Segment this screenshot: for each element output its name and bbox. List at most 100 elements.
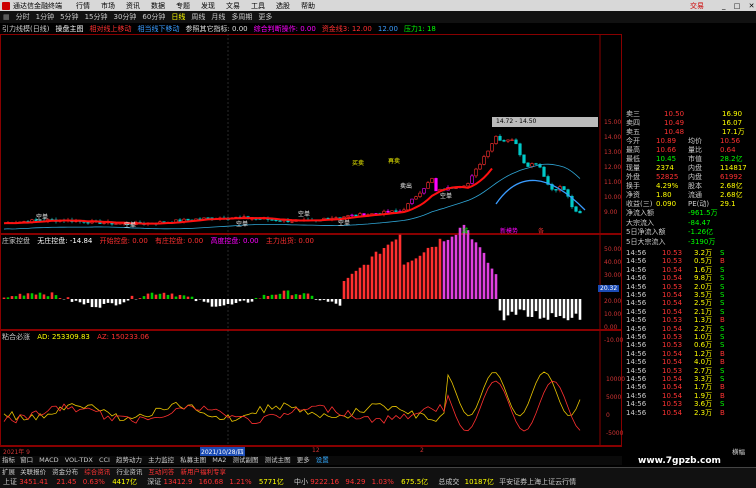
tab[interactable]: CCI	[99, 456, 110, 464]
window-controls[interactable]: _ □ ✕	[722, 2, 756, 10]
tab2[interactable]: 新用户福利专享	[180, 468, 226, 476]
quote-row: 卖四10.4916.07	[622, 119, 756, 128]
tick-cell: 10.54	[662, 383, 682, 391]
server-status[interactable]: 平安证券上海上证云行情	[499, 478, 576, 486]
menu-item-quotes[interactable]: 行情	[76, 1, 90, 11]
candle-body	[511, 140, 514, 141]
tick-cell: 14:56	[626, 266, 646, 274]
volume-bar	[287, 290, 290, 299]
period-tab[interactable]: 多周期	[231, 12, 252, 22]
period-tab[interactable]: 30分钟	[113, 12, 136, 22]
chart-annotation: 空单	[338, 218, 350, 227]
index-value: 3451.41	[19, 478, 48, 486]
tab2[interactable]: 互动问答	[148, 468, 174, 476]
app-title: 通达信金融终端	[13, 1, 62, 11]
volume-bar	[471, 239, 474, 299]
y-tick: 15.00	[604, 119, 621, 126]
tab[interactable]: 测试主图	[265, 456, 291, 464]
period-tab[interactable]: 60分钟	[142, 12, 165, 22]
watermark: www.7gpzb.com	[638, 456, 721, 466]
tick-cell: 0.5万	[694, 257, 712, 265]
index-name[interactable]: 深证	[147, 478, 161, 486]
volume-bar	[415, 258, 418, 299]
index-amount: 5771亿	[259, 478, 284, 486]
period-tab[interactable]: 月线	[211, 12, 225, 22]
tab[interactable]: 设置	[316, 456, 329, 464]
menu-item-discover[interactable]: 发现	[201, 1, 215, 11]
menu-item-news[interactable]: 资讯	[126, 1, 140, 11]
total-value: 10187亿	[465, 478, 494, 486]
indicator-tabs: 指标 窗口 MACD VOL-TDX CCI 趋势动力 主力监控 私募主图 MA…	[0, 456, 622, 465]
index-name[interactable]: 上证	[3, 478, 17, 486]
menu-item-data[interactable]: 数据	[151, 1, 165, 11]
volume-bar	[439, 239, 442, 299]
tick-cell: B	[720, 358, 725, 366]
tab2[interactable]: 资金分布	[52, 468, 78, 476]
menu-item-select[interactable]: 选股	[276, 1, 290, 11]
tab[interactable]: 趋势动力	[116, 456, 142, 464]
period-tab[interactable]: 更多	[258, 12, 272, 22]
period-tab[interactable]: 15分钟	[85, 12, 108, 22]
tab2[interactable]: 扩展	[2, 468, 15, 476]
tab[interactable]: MA2	[212, 456, 226, 464]
y-tick: 10.00	[604, 311, 621, 318]
index-value: 9222.16	[310, 478, 339, 486]
info-row: 收益(三)0.090PE(动)29.1	[622, 200, 756, 209]
volume-bar	[267, 296, 270, 299]
grid-icon[interactable]: ▦	[3, 13, 10, 21]
panel-tab[interactable]: 横幅	[732, 446, 745, 456]
tab[interactable]: VOL-TDX	[65, 456, 93, 464]
flow-cell: -3190万	[688, 238, 715, 247]
tick-row: 14:5610.531.0万S	[622, 333, 756, 341]
quote-cell: 10.48	[664, 128, 684, 137]
osc-panel-name[interactable]: 粘合必涨	[2, 333, 30, 341]
tab[interactable]: 私募主图	[180, 456, 206, 464]
osc-item: AZ: 150233.06	[97, 333, 149, 341]
candle-body	[475, 169, 478, 176]
volume-panel-name[interactable]: 庄家控盘	[2, 237, 30, 245]
volume-bar	[551, 299, 554, 313]
trade-button[interactable]: 交易	[690, 1, 704, 11]
menu-item-market[interactable]: 市场	[101, 1, 115, 11]
flow-row: 5日净流入额-1.26亿	[622, 228, 756, 237]
tab2[interactable]: 行业资讯	[116, 468, 142, 476]
tab2[interactable]: 综合资讯	[84, 468, 110, 476]
menu-item-help[interactable]: 帮助	[301, 1, 315, 11]
period-tab[interactable]: 5分钟	[60, 12, 78, 22]
y-tick: 30.00	[604, 272, 621, 279]
tab[interactable]: 更多	[297, 456, 310, 464]
volume-bar	[399, 235, 402, 299]
period-tab[interactable]: 1分钟	[36, 12, 54, 22]
period-tab-active[interactable]: 日线	[171, 12, 185, 22]
index-name[interactable]: 中小	[294, 478, 308, 486]
volume-bar	[107, 299, 110, 303]
flow-row: 5日大宗流入-3190万	[622, 238, 756, 247]
tick-cell: 10.53	[662, 257, 682, 265]
menu-item-tools[interactable]: 工具	[251, 1, 265, 11]
volume-bar	[347, 278, 350, 299]
period-tab[interactable]: 分时	[16, 12, 30, 22]
period-tab[interactable]: 周线	[191, 12, 205, 22]
volume-bar	[303, 293, 306, 299]
volume-bar	[419, 256, 422, 299]
volume-item: 无庄控盘: -14.84	[37, 237, 92, 245]
tab[interactable]: MACD	[39, 456, 58, 464]
volume-bar	[203, 299, 206, 302]
tab2[interactable]: 关联报价	[20, 468, 46, 476]
indicator-name[interactable]: 引力线模(日线)	[2, 24, 49, 34]
tab[interactable]: 主力监控	[148, 456, 174, 464]
tick-cell: S	[720, 266, 724, 274]
candle-body	[391, 211, 394, 213]
tick-cell: 14:56	[626, 392, 646, 400]
tab[interactable]: 指标	[2, 456, 15, 464]
indicator-item: 参照其它指标: 0.00	[185, 24, 247, 34]
menu-item-wenyi[interactable]: 文易	[226, 1, 240, 11]
info-row: 现量2374内盘114817	[622, 164, 756, 173]
tab[interactable]: 窗口	[20, 456, 33, 464]
volume-bar	[235, 299, 238, 303]
tab[interactable]: 测试副图	[233, 456, 259, 464]
info-cell: 4.29%	[656, 182, 678, 191]
y-tick: 14.00	[604, 134, 621, 141]
menu-item-topic[interactable]: 专题	[176, 1, 190, 11]
volume-bar	[255, 298, 258, 299]
